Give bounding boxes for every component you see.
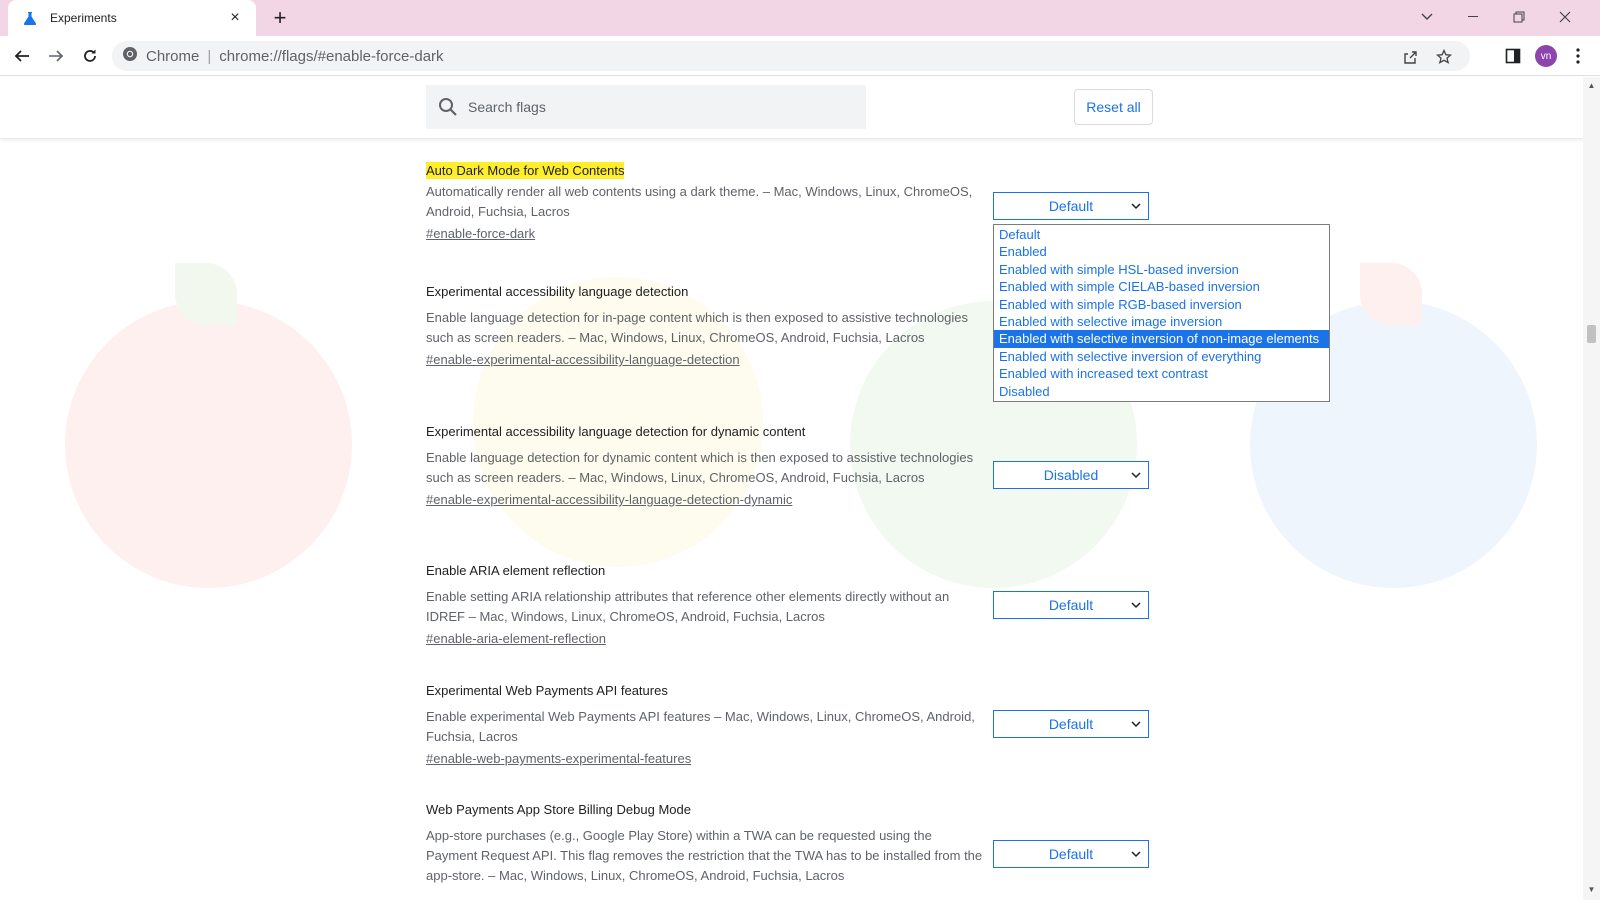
- address-bar[interactable]: Chrome | chrome://flags/#enable-force-da…: [112, 41, 1470, 71]
- tab-experiments[interactable]: Experiments ×: [8, 0, 256, 36]
- tab-search-button[interactable]: [1404, 0, 1450, 34]
- scroll-up-icon[interactable]: ▲: [1587, 81, 1596, 90]
- minimize-icon: [1468, 16, 1478, 17]
- dropdown-option[interactable]: Enabled: [994, 243, 1329, 260]
- flag-description: App-store purchases (e.g., Google Play S…: [426, 828, 983, 883]
- arrow-right-icon: [49, 50, 64, 62]
- minimize-button[interactable]: [1450, 0, 1496, 34]
- flag-description: Enable language detection for dynamic co…: [426, 450, 974, 485]
- dropdown-option[interactable]: Enabled with selective inversion of ever…: [994, 348, 1329, 365]
- chrome-icon: [122, 46, 138, 66]
- flag-title: Experimental Web Payments API features: [426, 683, 668, 698]
- bookmark-button[interactable]: [1432, 47, 1456, 67]
- close-tab-icon[interactable]: ×: [226, 9, 244, 27]
- reload-icon: [84, 49, 96, 62]
- flags-header: Reset all: [0, 77, 1583, 139]
- star-icon: [1436, 49, 1452, 64]
- bg-leaf: [1360, 263, 1422, 325]
- select-value: Default: [1048, 716, 1094, 732]
- flag-select-force-dark[interactable]: Default: [993, 192, 1149, 220]
- flag-select[interactable]: Default: [993, 591, 1149, 619]
- dropdown-option[interactable]: Enabled with simple RGB-based inversion: [994, 296, 1329, 313]
- url-separator: |: [207, 47, 212, 65]
- chevron-down-icon: [1131, 851, 1141, 858]
- chevron-down-icon: [1131, 602, 1141, 609]
- chevron-down-icon: [1131, 721, 1141, 728]
- flag-title: Auto Dark Mode for Web Contents: [426, 162, 986, 179]
- flag-permalink[interactable]: #enable-web-payments-experimental-featur…: [426, 751, 691, 766]
- url-text[interactable]: chrome://flags/#enable-force-dark: [219, 48, 443, 65]
- flag-title-text: Auto Dark Mode for Web Contents: [426, 162, 625, 179]
- restore-button[interactable]: [1496, 0, 1542, 34]
- chevron-down-icon: [1131, 472, 1141, 479]
- avatar: vn: [1535, 45, 1557, 67]
- new-tab-button[interactable]: +: [266, 4, 294, 32]
- select-value: Default: [1048, 198, 1094, 214]
- search-icon: [439, 98, 457, 116]
- scroll-down-icon[interactable]: ▼: [1587, 885, 1596, 894]
- search-input[interactable]: [468, 99, 848, 115]
- share-button[interactable]: [1398, 47, 1422, 67]
- flag-title: Experimental accessibility language dete…: [426, 284, 689, 299]
- chevron-down-icon: [1131, 203, 1141, 210]
- flag-title: Enable ARIA element reflection: [426, 563, 606, 578]
- flag-select[interactable]: Default: [993, 710, 1149, 738]
- restore-icon: [1513, 11, 1525, 23]
- flag-item: Web Payments App Store Billing Debug Mod…: [426, 802, 986, 886]
- flag-permalink[interactable]: #enable-experimental-accessibility-langu…: [426, 352, 740, 367]
- select-dropdown-list[interactable]: Default Enabled Enabled with simple HSL-…: [993, 224, 1330, 402]
- close-window-button[interactable]: [1542, 0, 1588, 34]
- dropdown-option[interactable]: Enabled with selective image inversion: [994, 313, 1329, 330]
- flag-title: Experimental accessibility language dete…: [426, 424, 806, 439]
- site-label: Chrome: [146, 47, 200, 65]
- tab-strip: Experiments × +: [0, 0, 1600, 36]
- chevron-down-icon: [1421, 13, 1433, 20]
- share-icon: [1404, 51, 1417, 64]
- side-panel-button[interactable]: [1499, 42, 1527, 70]
- flag-title: Web Payments App Store Billing Debug Mod…: [426, 802, 691, 817]
- dropdown-option[interactable]: Default: [994, 226, 1329, 243]
- flask-icon: [22, 10, 38, 26]
- reload-button[interactable]: [76, 42, 104, 70]
- flag-item: Auto Dark Mode for Web Contents Automati…: [426, 162, 986, 243]
- browser-toolbar: Chrome | chrome://flags/#enable-force-da…: [0, 36, 1600, 76]
- bg-circle: [65, 301, 352, 588]
- dropdown-option[interactable]: Enabled with simple HSL-based inversion: [994, 261, 1329, 278]
- flag-select[interactable]: Disabled: [993, 461, 1149, 489]
- dropdown-option[interactable]: Enabled with simple CIELAB-based inversi…: [994, 278, 1329, 295]
- flag-permalink[interactable]: #enable-aria-element-reflection: [426, 631, 606, 646]
- back-button[interactable]: [8, 42, 36, 70]
- flag-description: Automatically render all web contents us…: [426, 184, 973, 219]
- flag-item: Experimental accessibility language dete…: [426, 284, 986, 369]
- select-value: Default: [1048, 846, 1094, 862]
- arrow-left-icon: [14, 50, 29, 62]
- forward-button[interactable]: [42, 42, 70, 70]
- scrollbar-thumb[interactable]: [1587, 325, 1596, 343]
- flag-item: Experimental accessibility language dete…: [426, 424, 986, 509]
- search-box[interactable]: [426, 85, 866, 129]
- flag-description: Enable language detection for in-page co…: [426, 310, 969, 345]
- reset-all-button[interactable]: Reset all: [1074, 89, 1153, 125]
- flag-permalink[interactable]: #enable-force-dark: [426, 226, 535, 241]
- profile-button[interactable]: vn: [1532, 42, 1560, 70]
- dropdown-option-selected[interactable]: Enabled with selective inversion of non-…: [994, 330, 1329, 348]
- flag-description: Enable setting ARIA relationship attribu…: [426, 589, 950, 624]
- flag-item: Enable ARIA element reflection Enable se…: [426, 563, 986, 648]
- more-vert-icon: [1576, 48, 1580, 64]
- page-scrollbar[interactable]: ▲ ▼: [1583, 77, 1600, 900]
- bg-leaf: [175, 263, 237, 325]
- dropdown-option[interactable]: Disabled: [994, 383, 1329, 400]
- select-value: Disabled: [1043, 467, 1099, 483]
- flag-permalink[interactable]: #enable-experimental-accessibility-langu…: [426, 492, 792, 507]
- menu-button[interactable]: [1564, 42, 1592, 70]
- flags-page: Reset all Auto Dark Mode for Web Content…: [0, 77, 1583, 900]
- side-panel-icon: [1505, 48, 1521, 64]
- tab-title: Experiments: [50, 11, 117, 25]
- flag-select[interactable]: Default: [993, 840, 1149, 868]
- close-icon: [1559, 11, 1571, 23]
- flag-item: Experimental Web Payments API features E…: [426, 683, 986, 768]
- select-value: Default: [1048, 597, 1094, 613]
- flag-description: Enable experimental Web Payments API fea…: [426, 709, 975, 744]
- dropdown-option[interactable]: Enabled with increased text contrast: [994, 365, 1329, 382]
